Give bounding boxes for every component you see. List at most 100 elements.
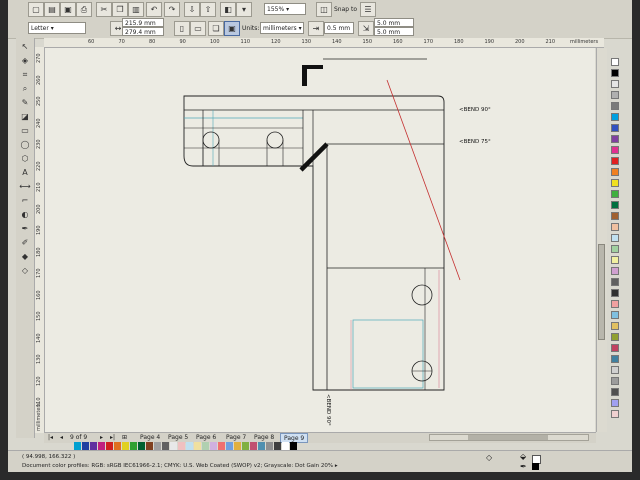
palette-swatch[interactable] xyxy=(611,333,619,341)
freehand-tool-icon[interactable]: ✎ xyxy=(19,98,31,108)
document-swatch[interactable] xyxy=(234,442,241,450)
palette-swatch[interactable] xyxy=(611,311,619,319)
full-screen-icon[interactable]: ◫ xyxy=(316,2,332,17)
eyedropper-icon[interactable]: ✒ xyxy=(19,224,31,234)
document-swatch[interactable] xyxy=(186,442,193,450)
palette-swatch[interactable] xyxy=(611,58,619,66)
palette-swatch[interactable] xyxy=(611,223,619,231)
nudge-distance-field[interactable]: 0.5 mm xyxy=(324,22,354,34)
document-swatch[interactable] xyxy=(226,442,233,450)
document-swatch[interactable] xyxy=(82,442,89,450)
document-swatch[interactable] xyxy=(242,442,249,450)
units-select[interactable]: millimeters ▾ xyxy=(260,22,304,34)
outline-pen-status-icon[interactable]: ✒ xyxy=(520,462,527,471)
palette-swatch[interactable] xyxy=(611,113,619,121)
palette-swatch[interactable] xyxy=(611,245,619,253)
vertical-scroll-thumb[interactable] xyxy=(598,244,605,340)
document-swatch[interactable] xyxy=(122,442,129,450)
outline-color-swatch[interactable] xyxy=(532,463,539,470)
horizontal-ruler[interactable]: 60 70 80 90 100 110 120 130 140 150 160 170 180 190 20… xyxy=(44,38,604,48)
palette-swatch[interactable] xyxy=(611,190,619,198)
document-swatch[interactable] xyxy=(146,442,153,450)
document-swatch[interactable] xyxy=(170,442,177,450)
outline-pen-icon[interactable]: ✐ xyxy=(19,238,31,248)
bend-75-marker[interactable] xyxy=(299,142,329,172)
portrait-icon[interactable]: ▯ xyxy=(174,21,190,36)
paste-icon[interactable]: ▥ xyxy=(128,2,144,17)
palette-swatch[interactable] xyxy=(611,366,619,374)
palette-swatch[interactable] xyxy=(611,157,619,165)
vertical-scrollbar[interactable] xyxy=(596,48,607,432)
document-swatch[interactable] xyxy=(178,442,185,450)
duplicate-y-field[interactable]: 5.0 mm xyxy=(374,27,414,36)
redo-icon[interactable]: ↷ xyxy=(164,2,180,17)
palette-swatch[interactable] xyxy=(611,135,619,143)
palette-swatch[interactable] xyxy=(611,124,619,132)
export-icon[interactable]: ⇧ xyxy=(200,2,216,17)
application-launcher-icon[interactable]: ▾ xyxy=(236,2,252,17)
crop-tool-icon[interactable]: ⌗ xyxy=(19,70,31,80)
options-icon[interactable]: ☰ xyxy=(360,2,376,17)
import-icon[interactable]: ⇩ xyxy=(184,2,200,17)
page-height-field[interactable]: 279.4 mm xyxy=(122,27,164,36)
undo-icon[interactable]: ↶ xyxy=(146,2,162,17)
palette-swatch[interactable] xyxy=(611,91,619,99)
part-outline[interactable] xyxy=(183,95,445,391)
polygon-tool-icon[interactable]: ⬡ xyxy=(19,154,31,164)
document-swatch[interactable] xyxy=(194,442,201,450)
document-swatch[interactable] xyxy=(282,442,289,450)
palette-swatch[interactable] xyxy=(611,102,619,110)
shape-tool-icon[interactable]: ◈ xyxy=(19,56,31,66)
document-swatch[interactable] xyxy=(250,442,257,450)
document-swatch[interactable] xyxy=(130,442,137,450)
palette-swatch[interactable] xyxy=(611,80,619,88)
palette-swatch[interactable] xyxy=(611,410,619,418)
horizontal-scroll-thumb[interactable] xyxy=(468,435,548,440)
document-swatch[interactable] xyxy=(106,442,113,450)
palette-swatch[interactable] xyxy=(611,212,619,220)
palette-swatch[interactable] xyxy=(611,168,619,176)
save-icon[interactable]: ▣ xyxy=(60,2,76,17)
all-pages-icon[interactable]: ❏ xyxy=(208,21,224,36)
document-swatch[interactable] xyxy=(74,442,81,450)
palette-swatch[interactable] xyxy=(611,234,619,242)
document-swatch[interactable] xyxy=(202,442,209,450)
hole-circle-2[interactable] xyxy=(266,131,284,149)
landscape-icon[interactable]: ▭ xyxy=(190,21,206,36)
duplicate-x-field[interactable]: 5.0 mm xyxy=(374,18,414,27)
palette-swatch[interactable] xyxy=(611,355,619,363)
palette-swatch[interactable] xyxy=(611,300,619,308)
zoom-tool-icon[interactable]: ⌕ xyxy=(19,84,31,94)
document-swatch[interactable] xyxy=(90,442,97,450)
palette-swatch[interactable] xyxy=(611,344,619,352)
hole-circle-1[interactable] xyxy=(202,131,220,149)
document-swatch[interactable] xyxy=(258,442,265,450)
palette-swatch[interactable] xyxy=(611,399,619,407)
print-icon[interactable]: ⎙ xyxy=(76,2,92,17)
horizontal-scrollbar[interactable] xyxy=(429,434,589,441)
text-tool-icon[interactable]: A xyxy=(19,168,31,178)
bend-90-label[interactable]: <BEND 90° xyxy=(459,107,491,113)
snap-to-label[interactable]: Snap to xyxy=(334,6,357,13)
fill-tool-icon[interactable]: ◆ xyxy=(19,252,31,262)
document-swatch[interactable] xyxy=(218,442,225,450)
cyan-rectangle[interactable] xyxy=(352,319,424,389)
fill-indicator-icon[interactable]: ◇ xyxy=(486,453,492,462)
palette-swatch[interactable] xyxy=(611,377,619,385)
connector-tool-icon[interactable]: ⌐ xyxy=(19,196,31,206)
palette-swatch[interactable] xyxy=(611,201,619,209)
document-swatch[interactable] xyxy=(266,442,273,450)
smart-fill-icon[interactable]: ◪ xyxy=(19,112,31,122)
current-page-icon[interactable]: ▣ xyxy=(224,21,240,36)
document-swatch[interactable] xyxy=(290,442,297,450)
color-profiles-text[interactable]: Document color profiles: RGB: sRGB IEC61… xyxy=(22,463,338,469)
technical-drawing[interactable]: <BEND 90° <BEND 75° <BEND 90° xyxy=(45,48,595,432)
palette-swatch[interactable] xyxy=(611,388,619,396)
document-swatch[interactable] xyxy=(274,442,281,450)
publish-pdf-icon[interactable]: ◧ xyxy=(220,2,236,17)
bend-75-label[interactable]: <BEND 75° xyxy=(459,139,491,145)
ellipse-tool-icon[interactable]: ◯ xyxy=(19,140,31,150)
cut-icon[interactable]: ✂ xyxy=(96,2,112,17)
palette-swatch[interactable] xyxy=(611,289,619,297)
palette-swatch[interactable] xyxy=(611,69,619,77)
